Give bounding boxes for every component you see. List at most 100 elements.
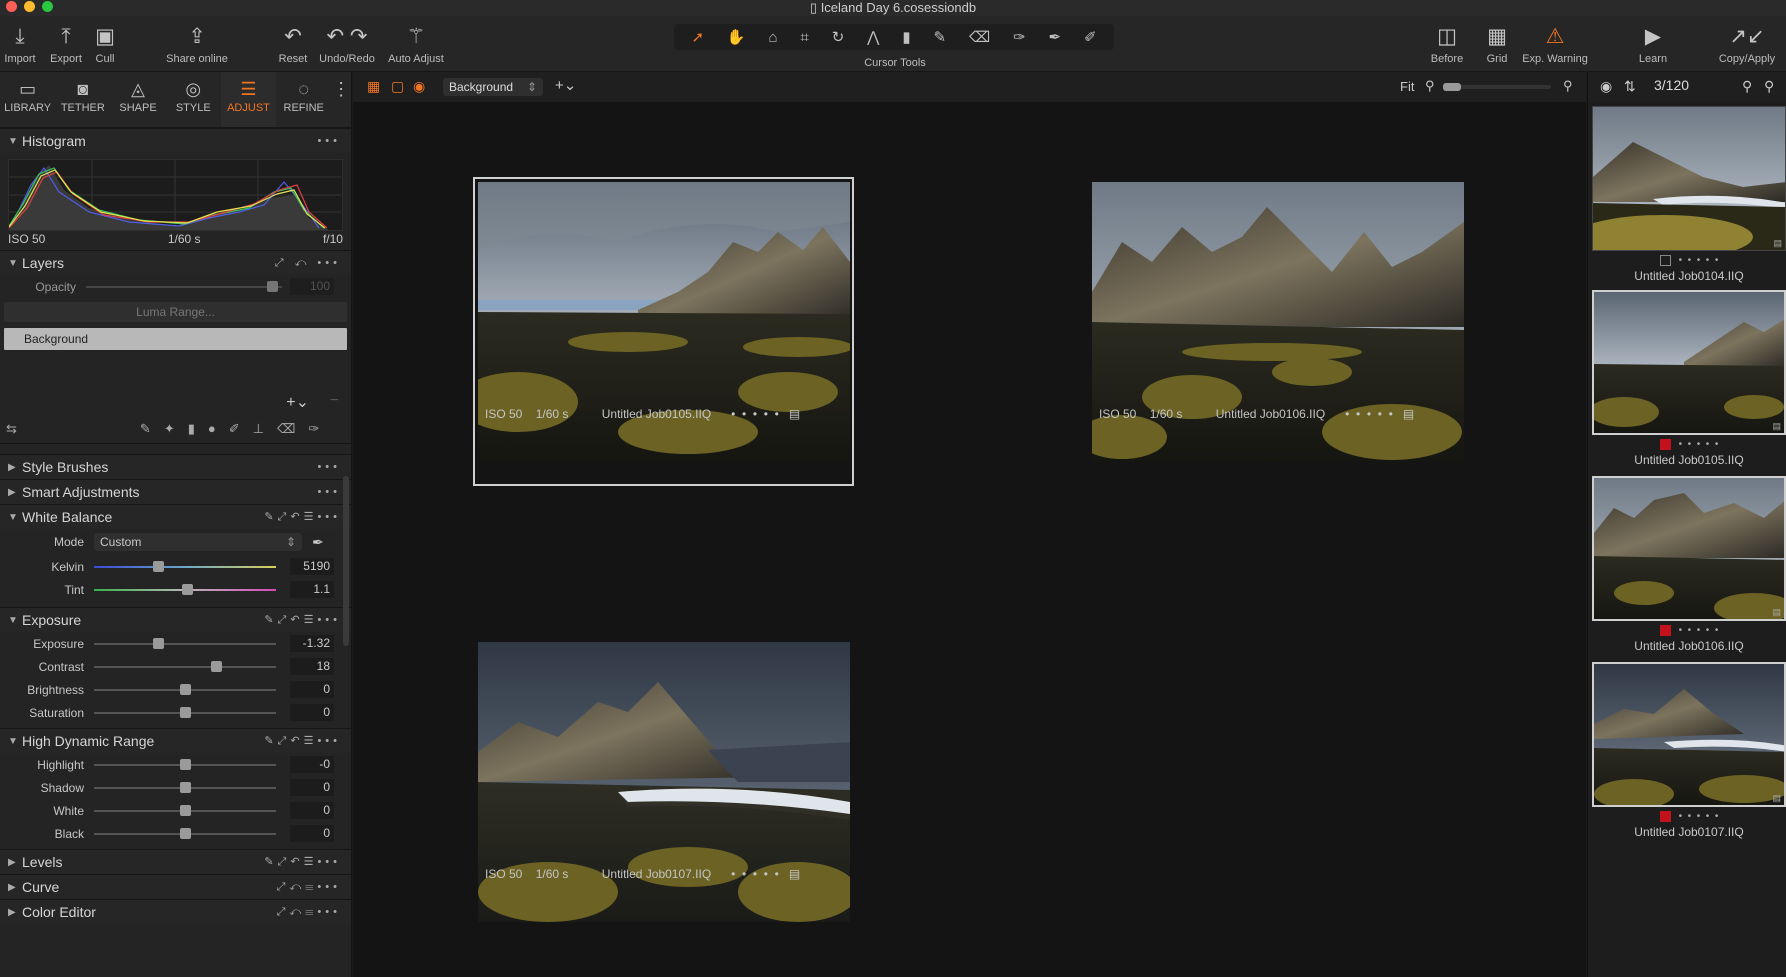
levels-header[interactable]: ▶ Levels ✎⤢↶☰••• [0, 849, 351, 874]
kelvin-slider-knob[interactable] [152, 560, 164, 572]
thumbnail[interactable]: ▤ • • • • • Untitled Job0107.IIQ [1592, 662, 1786, 839]
eyedropper-icon[interactable]: ✒ [312, 534, 324, 551]
annotation-icon[interactable]: ✐ [1084, 28, 1097, 46]
layer-select[interactable]: Background ⇕ [443, 78, 543, 96]
zoom-window-button[interactable] [42, 1, 53, 12]
exposure-slider[interactable] [94, 683, 276, 695]
layer-background[interactable]: Background [4, 328, 347, 350]
section-actions-icon[interactable]: ✎⤢↶☰••• [264, 855, 341, 869]
eye-icon[interactable]: ◉ [1600, 78, 1612, 95]
slider-knob[interactable] [210, 660, 222, 672]
more-icon[interactable]: ••• [317, 461, 341, 473]
fit-label[interactable]: Fit [1400, 79, 1414, 94]
thumbnail-image[interactable]: ▤ [1592, 476, 1786, 621]
wb-mode-select[interactable]: Custom ⇕ [94, 533, 302, 551]
layers-actions-icon[interactable]: ⤢ ↶ ••• [275, 257, 341, 270]
tint-slider[interactable] [94, 583, 276, 595]
tool-panel-scrollbar[interactable] [343, 476, 349, 646]
import-button[interactable]: ⤓ Import [2, 22, 38, 66]
color-tag-icon[interactable] [1659, 624, 1671, 636]
spot-removal-icon[interactable]: ▮ [902, 28, 910, 46]
opacity-slider[interactable] [86, 280, 282, 292]
remove-layer-icon[interactable]: − [330, 392, 339, 410]
slider-knob[interactable] [180, 706, 191, 718]
luma-range-button[interactable]: Luma Range... [4, 302, 347, 322]
rating-dots[interactable]: • • • • • [1345, 407, 1393, 421]
tab-tether[interactable]: ◙ TETHER [55, 72, 110, 127]
curve-header[interactable]: ▶ Curve ⤢↶☰••• [0, 874, 351, 899]
more-icon[interactable]: ••• [317, 135, 341, 147]
brush-tool-icon[interactable]: ✎ [140, 421, 151, 437]
white-balance-header[interactable]: ▼ White Balance ✎⤢↶☰••• [0, 504, 351, 529]
rating-dots[interactable]: • • • • • [731, 867, 779, 881]
heal-icon[interactable]: ✐ [229, 421, 240, 437]
slider-knob[interactable] [152, 637, 164, 649]
add-layer-icon[interactable]: +⌄ [286, 392, 309, 412]
copy-apply-button[interactable]: ↗↙ Copy/Apply [1714, 22, 1780, 66]
thumbnail-image[interactable]: ▤ [1592, 662, 1786, 807]
multi-view-icon[interactable]: ▦ [367, 78, 380, 95]
section-actions-icon[interactable]: ⤢↶☰••• [277, 881, 341, 894]
crop-cursor-icon[interactable]: ⌗ [800, 29, 808, 46]
thumbnail-image[interactable]: ▤ [1592, 290, 1786, 435]
exposure-slider[interactable] [94, 637, 276, 649]
color-tag-icon[interactable] [1659, 254, 1671, 266]
histogram-header[interactable]: ▼ Histogram ••• [0, 128, 351, 153]
zoom-slider[interactable] [1443, 83, 1551, 91]
minimize-window-button[interactable] [24, 1, 35, 12]
rating-dots[interactable]: • • • • • [731, 407, 779, 421]
rating-dots[interactable]: • • • • • [1679, 811, 1719, 822]
reset-button[interactable]: ↶ Reset [276, 22, 310, 66]
color-tag-icon[interactable] [1659, 438, 1671, 450]
section-actions-icon[interactable]: ⤢↶☰••• [277, 906, 341, 919]
grid-button[interactable]: ▦ Grid [1482, 22, 1512, 66]
color-editor-header[interactable]: ▶ Color Editor ⤢↶☰••• [0, 899, 351, 924]
section-actions-icon[interactable]: ✎⤢↶☰••• [264, 510, 341, 524]
tab-adjust[interactable]: ☰ ADJUST [220, 72, 277, 127]
brush-icon[interactable]: ✎ [934, 28, 947, 46]
window-controls[interactable] [6, 1, 53, 12]
slider-knob[interactable] [180, 781, 191, 793]
cull-button[interactable]: ▣ Cull [92, 22, 118, 66]
proof-view-icon[interactable]: ◉ [413, 78, 425, 95]
smart-adjustments-header[interactable]: ▶ Smart Adjustments ••• [0, 479, 351, 504]
exposure-slider[interactable] [94, 706, 276, 718]
zoom-in-icon[interactable]: ⚲ [1563, 78, 1573, 94]
section-actions-icon[interactable]: ✎⤢↶☰••• [264, 613, 341, 627]
clone-icon[interactable]: ⊥ [253, 421, 264, 437]
tab-library[interactable]: ▭ LIBRARY [0, 72, 55, 127]
tint-slider-knob[interactable] [181, 583, 193, 595]
hdr-slider[interactable] [94, 804, 276, 816]
more-icon[interactable]: ••• [317, 486, 341, 498]
rotate-cursor-icon[interactable]: ↻ [832, 28, 845, 46]
kelvin-slider[interactable] [94, 560, 276, 572]
export-button[interactable]: ⤒ Export [46, 22, 86, 66]
tab-style[interactable]: ◎ STYLE [166, 72, 221, 127]
magic-brush-icon[interactable]: ✦ [164, 421, 175, 437]
opacity-slider-knob[interactable] [267, 280, 279, 292]
undo-redo-button[interactable]: ↶ ↷ Undo/Redo [316, 22, 378, 66]
slider-knob[interactable] [180, 683, 191, 695]
learn-button[interactable]: ▶ Learn [1636, 22, 1670, 66]
thumbnail[interactable]: ▤ • • • • • Untitled Job0105.IIQ [1592, 290, 1786, 467]
add-layer-icon[interactable]: +⌄ [555, 76, 576, 94]
rating-dots[interactable]: • • • • • [1679, 625, 1719, 636]
layer-settings-icon[interactable]: ⇆ [6, 421, 17, 437]
pan-cursor-icon[interactable]: ✋ [727, 28, 746, 46]
zoom-out-icon[interactable]: ⚲ [1425, 78, 1435, 94]
exposure-warning-button[interactable]: ⚠ Exp. Warning [1518, 22, 1592, 66]
hdr-header[interactable]: ▼ High Dynamic Range ✎⤢↶☰••• [0, 728, 351, 753]
thumbnail[interactable]: ▤ • • • • • Untitled Job0106.IIQ [1592, 476, 1786, 653]
zoom-slider-knob[interactable] [1443, 83, 1461, 91]
hdr-slider[interactable] [94, 758, 276, 770]
hdr-slider[interactable] [94, 827, 276, 839]
layers-header[interactable]: ▼ Layers ⤢ ↶ ••• [0, 250, 351, 275]
style-brushes-header[interactable]: ▶ Style Brushes ••• [0, 454, 351, 479]
more-tabs-button[interactable]: ⋮ [331, 72, 351, 127]
slider-knob[interactable] [180, 804, 191, 816]
keystone-cursor-icon[interactable]: ⋀ [867, 28, 879, 46]
exposure-slider[interactable] [94, 660, 276, 672]
color-tag-icon[interactable] [1659, 810, 1671, 822]
auto-adjust-button[interactable]: ⚚ Auto Adjust [384, 22, 448, 66]
thumbnail[interactable]: ▤ • • • • • Untitled Job0104.IIQ [1592, 106, 1786, 283]
